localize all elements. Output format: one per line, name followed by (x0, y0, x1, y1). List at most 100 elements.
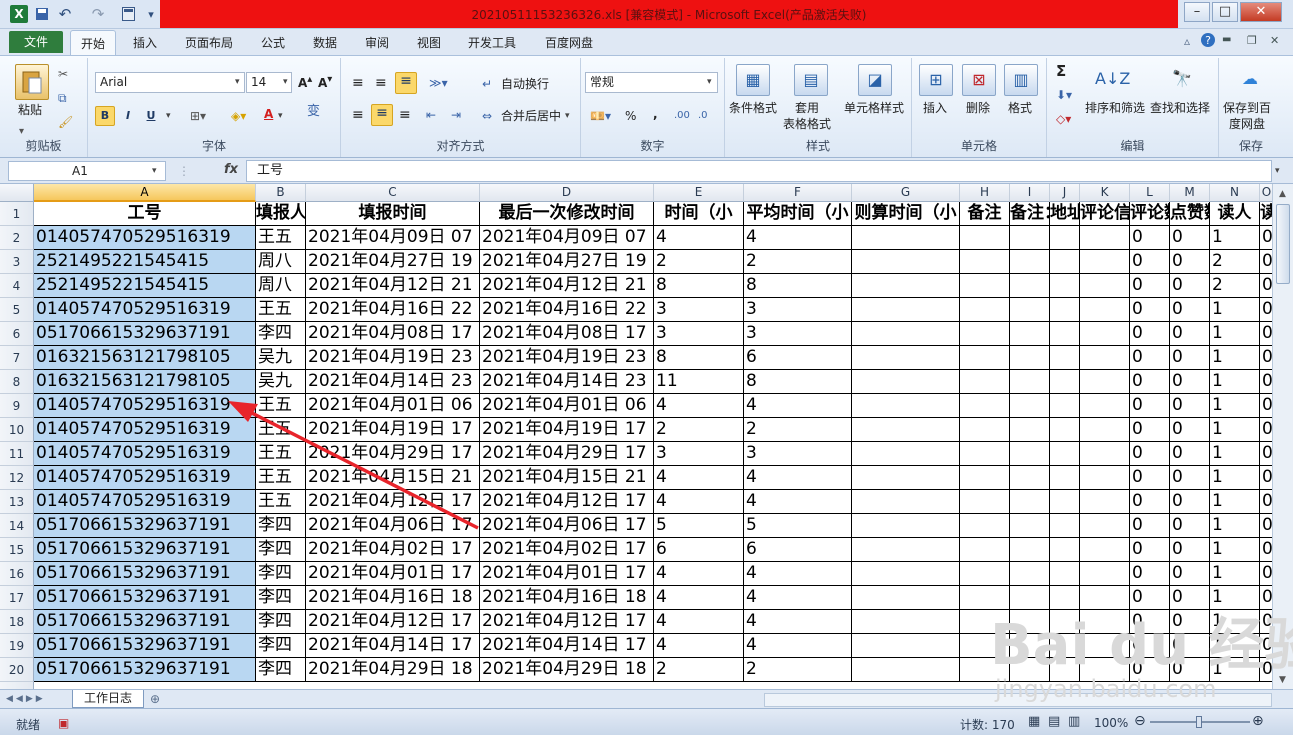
cell[interactable]: 1 (1210, 298, 1260, 322)
cell[interactable]: 吴九 (256, 346, 306, 370)
cell[interactable]: 0 (1130, 418, 1170, 442)
cell[interactable]: 0 (1260, 442, 1272, 466)
cell[interactable]: 0 (1130, 298, 1170, 322)
header-cell[interactable]: 备注： (1010, 202, 1050, 226)
cell[interactable] (1080, 394, 1130, 418)
cell[interactable]: 0 (1130, 250, 1170, 274)
name-box-dropdown-icon[interactable]: ▾ (152, 163, 157, 179)
cell[interactable]: 3 (654, 322, 744, 346)
cell[interactable]: 2021年04月15日 21 (306, 466, 480, 490)
row-header[interactable]: 3 (0, 250, 34, 274)
cell[interactable]: 2021年04月29日 17 (480, 442, 654, 466)
align-left-icon[interactable]: ≡ (352, 107, 364, 123)
cell[interactable]: 王五 (256, 226, 306, 250)
sheet-tab-worklog[interactable]: 工作日志 (72, 690, 144, 708)
cell[interactable] (1080, 226, 1130, 250)
qat-customize-icon[interactable]: ▾ (145, 5, 157, 23)
cell[interactable]: 2 (1210, 250, 1260, 274)
vertical-scroll-thumb[interactable] (1276, 204, 1290, 284)
cell[interactable]: 2021年04月06日 17 (480, 514, 654, 538)
cell[interactable] (1050, 394, 1080, 418)
cell[interactable]: 2021年04月29日 17 (306, 442, 480, 466)
row-header[interactable]: 17 (0, 586, 34, 610)
cell[interactable] (852, 610, 960, 634)
cell[interactable]: 2021年04月14日 23 (306, 370, 480, 394)
cell[interactable] (1050, 274, 1080, 298)
cell[interactable]: 2021年04月19日 23 (480, 346, 654, 370)
cell[interactable]: 0 (1170, 394, 1210, 418)
cell[interactable]: 0 (1260, 298, 1272, 322)
cell[interactable] (1010, 370, 1050, 394)
row-header[interactable]: 10 (0, 418, 34, 442)
cell[interactable] (852, 490, 960, 514)
cell[interactable]: 0 (1130, 514, 1170, 538)
find-select-button[interactable]: 查找和选择 (1150, 100, 1210, 116)
cell[interactable]: 0 (1130, 562, 1170, 586)
cell[interactable]: 0 (1130, 394, 1170, 418)
underline-button[interactable]: U (141, 106, 161, 126)
cell[interactable]: 6 (654, 538, 744, 562)
cell[interactable] (1050, 418, 1080, 442)
cell[interactable] (1050, 370, 1080, 394)
cell[interactable]: 2021年04月02日 17 (306, 538, 480, 562)
column-header-c[interactable]: C (306, 184, 480, 202)
formula-input[interactable]: 工号 (246, 160, 1272, 182)
cell[interactable] (1010, 538, 1050, 562)
cell[interactable]: 0 (1170, 250, 1210, 274)
decrease-decimal-icon[interactable]: .0 (698, 108, 708, 124)
column-header-o[interactable]: O (1260, 184, 1272, 202)
cell[interactable]: 李四 (256, 634, 306, 658)
cell[interactable] (1080, 562, 1130, 586)
cell[interactable] (960, 346, 1010, 370)
cell[interactable]: 2021年04月19日 17 (480, 418, 654, 442)
tab-data[interactable]: 数据 (313, 34, 337, 51)
conditional-format-button[interactable]: 条件格式 (729, 100, 777, 116)
align-right-icon[interactable]: ≡ (399, 107, 411, 123)
cell[interactable] (852, 538, 960, 562)
cell[interactable]: 016321563121798105 (34, 370, 256, 394)
cell[interactable]: 2021年04月12日 17 (480, 490, 654, 514)
row-header[interactable]: 19 (0, 634, 34, 658)
cell[interactable] (1010, 514, 1050, 538)
tab-review[interactable]: 审阅 (365, 34, 389, 51)
cell[interactable]: 1 (1210, 442, 1260, 466)
decrease-indent-icon[interactable]: ⇤ (426, 107, 436, 123)
cell[interactable]: 2021年04月09日 07 (480, 226, 654, 250)
cell[interactable]: 014057470529516319 (34, 466, 256, 490)
cell[interactable]: 0 (1170, 346, 1210, 370)
cell[interactable] (1010, 298, 1050, 322)
cell[interactable]: 4 (744, 490, 852, 514)
cell[interactable] (852, 514, 960, 538)
cell[interactable]: 4 (654, 226, 744, 250)
cell[interactable]: 2021年04月01日 06 (306, 394, 480, 418)
cell[interactable]: 3 (744, 442, 852, 466)
cell[interactable]: 2 (744, 250, 852, 274)
cell[interactable]: 0 (1260, 250, 1272, 274)
column-header-b[interactable]: B (256, 184, 306, 202)
cell[interactable]: 0 (1260, 226, 1272, 250)
close-button[interactable]: ✕ (1240, 2, 1282, 22)
cell[interactable] (852, 658, 960, 682)
undo-icon[interactable]: ↶ (57, 5, 73, 23)
cell[interactable]: 李四 (256, 514, 306, 538)
cell[interactable]: 3 (654, 442, 744, 466)
row-header[interactable]: 9 (0, 394, 34, 418)
cell[interactable]: 051706615329637191 (34, 586, 256, 610)
cell[interactable] (1080, 370, 1130, 394)
cell[interactable]: 0 (1130, 538, 1170, 562)
cell[interactable] (852, 562, 960, 586)
cell[interactable]: 王五 (256, 490, 306, 514)
header-cell[interactable]: 时间（小 (654, 202, 744, 226)
row-header[interactable]: 20 (0, 658, 34, 682)
cell[interactable]: 5 (654, 514, 744, 538)
row-header[interactable]: 7 (0, 346, 34, 370)
header-cell[interactable]: 平均时间（小 (744, 202, 852, 226)
tab-developer[interactable]: 开发工具 (468, 34, 516, 51)
formula-bar-resize-icon[interactable]: ⋮ (178, 163, 190, 179)
cell[interactable]: 0 (1260, 322, 1272, 346)
tab-baidu-netdisk[interactable]: 百度网盘 (545, 34, 593, 51)
cell[interactable]: 2021年04月01日 17 (306, 562, 480, 586)
cell[interactable] (1080, 250, 1130, 274)
cell[interactable] (1050, 514, 1080, 538)
cell[interactable]: 0 (1170, 442, 1210, 466)
